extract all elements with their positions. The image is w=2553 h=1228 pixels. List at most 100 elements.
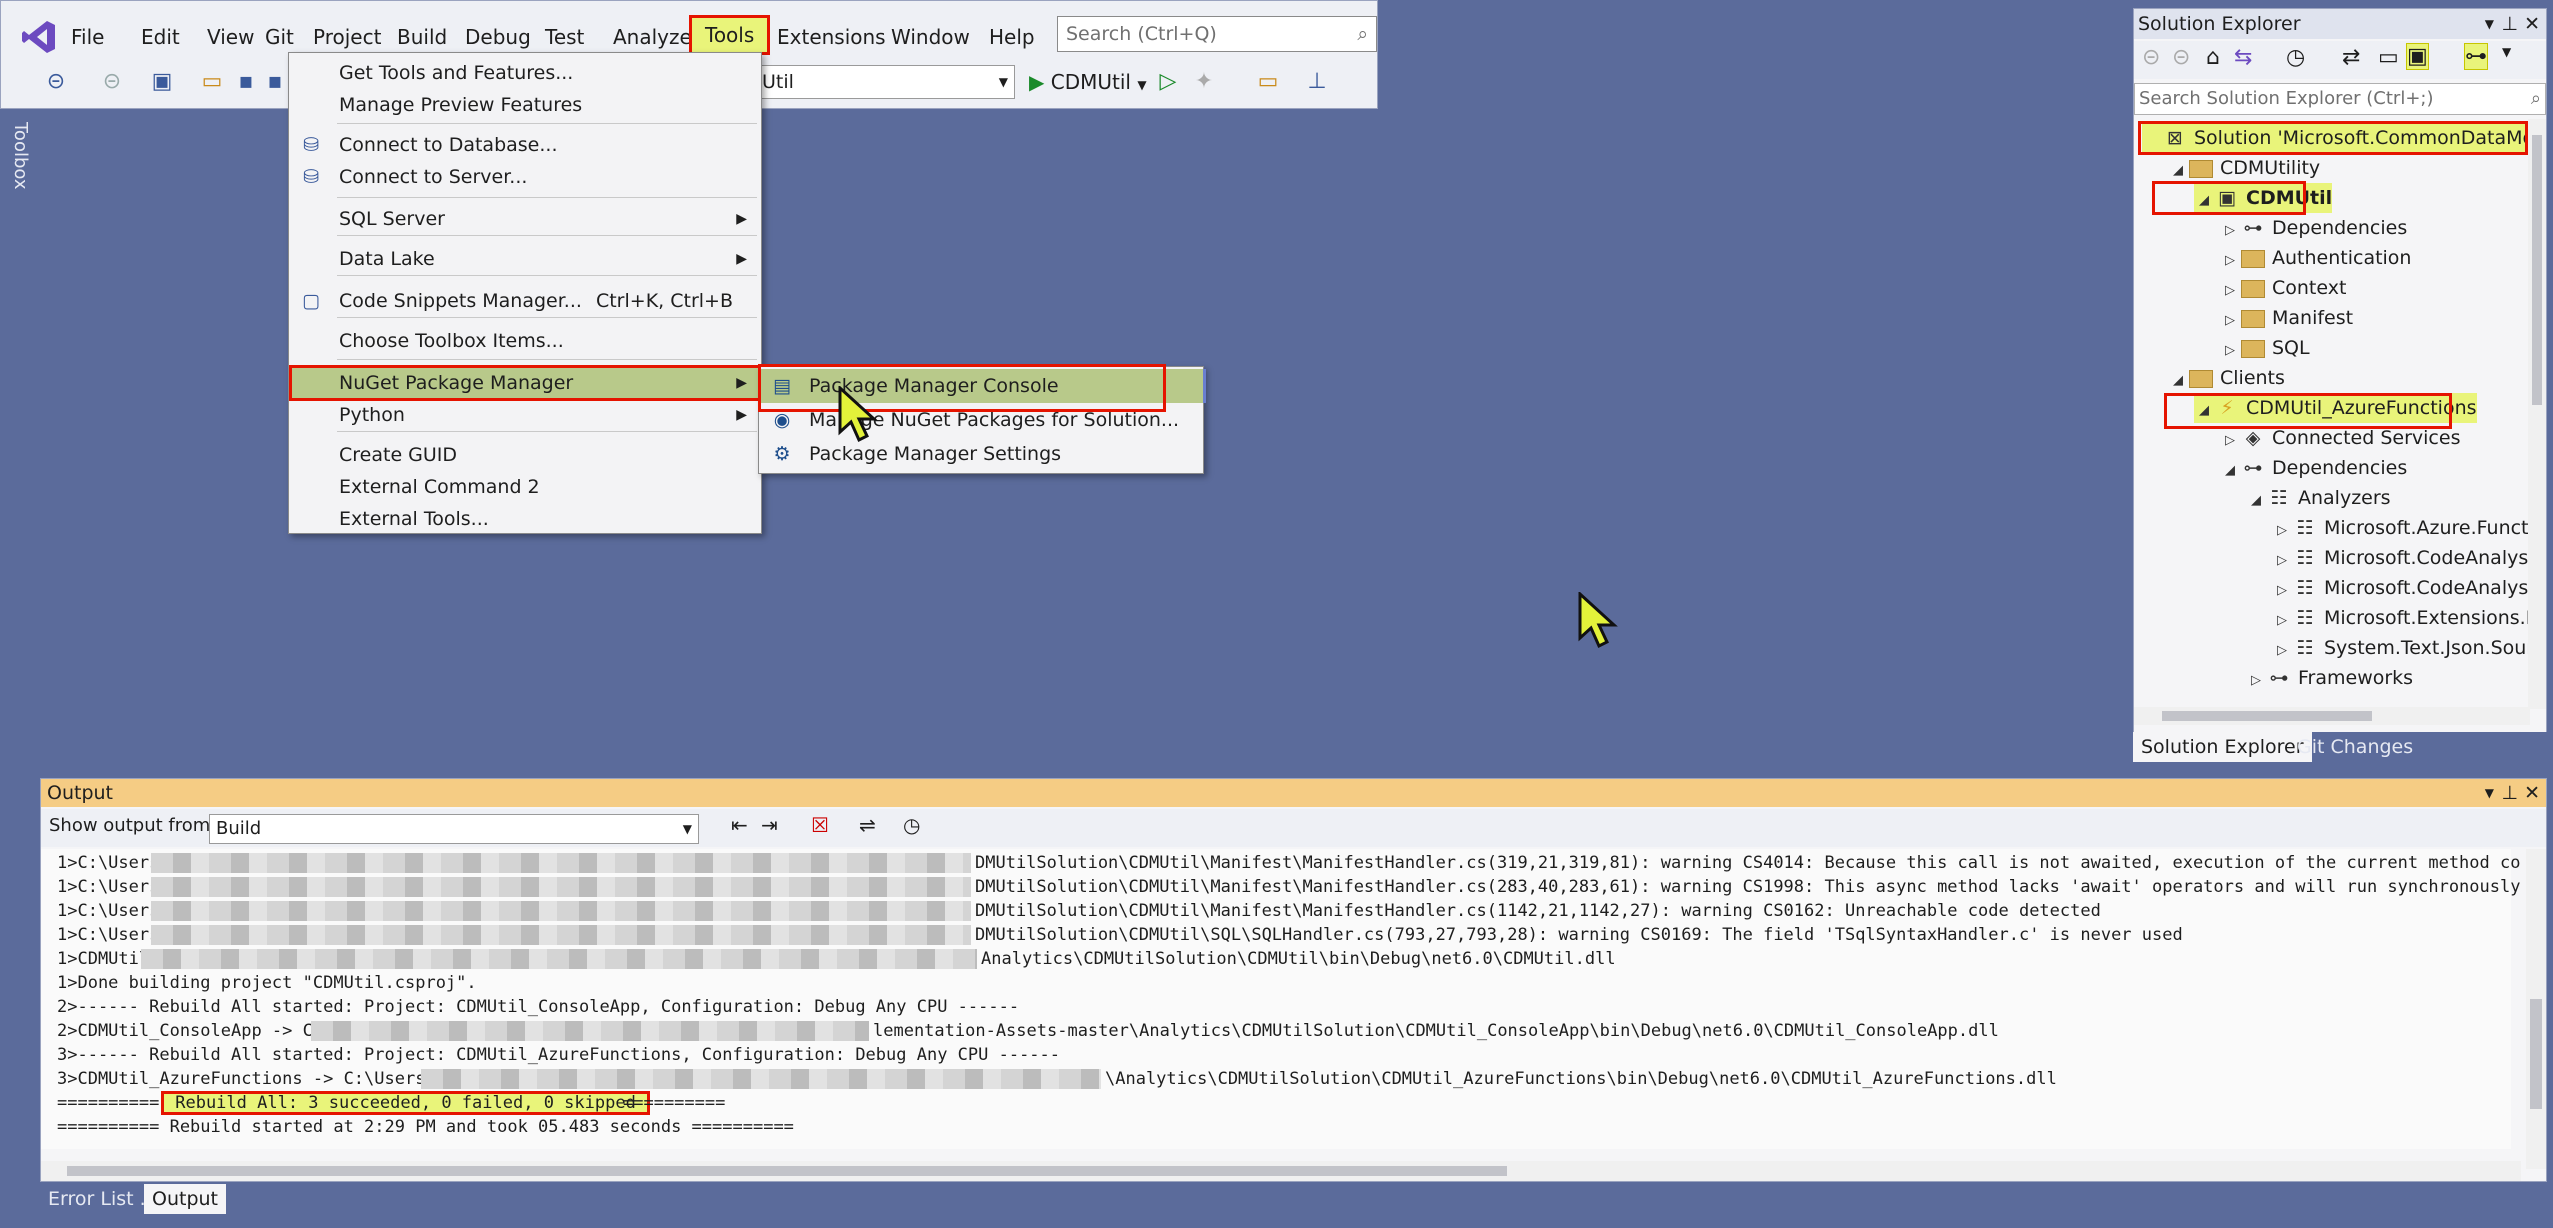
tree-node[interactable]: ▷ SQL <box>2220 333 2310 363</box>
collapse-all-icon[interactable]: ▭ <box>2378 45 2399 70</box>
horizontal-scrollbar[interactable] <box>41 1161 2521 1181</box>
save-icon[interactable]: ▪ <box>231 67 261 97</box>
word-wrap-icon[interactable]: ⇌ <box>859 813 876 837</box>
hot-reload-icon[interactable]: ✦ <box>1189 67 1219 97</box>
tree-node[interactable]: ▷☷ Microsoft.Extensions.Log <box>2272 603 2530 633</box>
tree-node[interactable]: ▷ ☷ Microsoft.Azure.Functio <box>2272 513 2530 543</box>
back-icon[interactable]: ⊝ <box>2142 45 2160 70</box>
menu-analyze[interactable]: Analyze <box>603 21 702 53</box>
output-text-area[interactable]: 1>C:\Users DMUtilSolution\CDMUtil\Manifes… <box>41 849 2520 1149</box>
back-icon[interactable]: ⊝ <box>41 67 71 97</box>
expand-toggle-icon[interactable]: ▷ <box>2220 216 2240 246</box>
menu-item-data-lake[interactable]: Data Lake ▶ <box>289 241 761 277</box>
timestamp-icon[interactable]: ◷ <box>903 813 920 837</box>
menu-edit[interactable]: Edit <box>131 21 190 53</box>
tree-node[interactable]: ▷☷ Microsoft.CodeAnalysis.N <box>2272 573 2530 603</box>
startup-project-combo[interactable]: Util ▼ <box>753 65 1015 99</box>
sync-icon[interactable]: ⇄ <box>2342 45 2360 70</box>
scroll-thumb[interactable] <box>2532 135 2542 405</box>
clear-all-icon[interactable]: ☒ <box>811 813 829 837</box>
expand-toggle-icon[interactable]: ▷ <box>2272 516 2292 546</box>
menu-item-sql-server[interactable]: SQL Server ▶ <box>289 201 761 237</box>
tree-node[interactable]: ▷ Authentication <box>2220 243 2411 273</box>
chevron-down-icon[interactable]: ▼ <box>2485 9 2494 39</box>
search-input[interactable]: Search (Ctrl+Q) ⌕ <box>1057 16 1377 52</box>
expand-toggle-icon[interactable]: ▷ <box>2246 666 2266 696</box>
pin-icon[interactable]: ⊥ <box>2501 9 2518 39</box>
forward-icon[interactable]: ⊝ <box>2172 45 2190 70</box>
toolbox-tab[interactable]: Toolbox <box>0 110 40 760</box>
tree-node[interactable]: ▷ Context <box>2220 273 2346 303</box>
expand-toggle-icon[interactable]: ◢ <box>2168 366 2188 396</box>
menu-file[interactable]: File <box>61 21 114 53</box>
previous-message-icon[interactable]: ⇤ <box>731 813 748 837</box>
menu-item-connect-to-server[interactable]: ⛁ Connect to Server... <box>289 159 761 195</box>
expand-toggle-icon[interactable]: ▷ <box>2272 606 2292 636</box>
menu-item-choose-toolbox-items[interactable]: Choose Toolbox Items... <box>289 323 761 359</box>
tree-node[interactable]: ◢ Clients <box>2168 363 2285 393</box>
next-message-icon[interactable]: ⇥ <box>761 813 778 837</box>
expand-toggle-icon[interactable]: ▷ <box>2220 276 2240 306</box>
tab-solution-explorer[interactable]: Solution Explorer <box>2133 732 2312 762</box>
expand-toggle-icon[interactable]: ▷ <box>2272 636 2292 666</box>
tree-node[interactable]: ▷ ⊶ Dependencies <box>2220 213 2407 243</box>
expand-toggle-icon[interactable]: ▷ <box>2220 246 2240 276</box>
horizontal-scrollbar[interactable] <box>2134 707 2530 725</box>
menu-item-create-guid[interactable]: Create GUID <box>289 437 761 473</box>
menu-item-external-command-2[interactable]: External Command 2 <box>289 469 761 505</box>
solution-search-input[interactable]: Search Solution Explorer (Ctrl+;) ⌕ <box>2134 83 2546 115</box>
expand-toggle-icon[interactable]: ▷ <box>2220 336 2240 366</box>
tree-node[interactable]: ◢ CDMUtility <box>2168 153 2320 183</box>
scroll-thumb[interactable] <box>2162 711 2372 721</box>
close-icon[interactable]: ✕ <box>2524 779 2540 807</box>
menu-item-python[interactable]: Python ▶ <box>289 397 761 433</box>
tree-node[interactable]: ◢ ☷ Analyzers <box>2246 483 2391 513</box>
vertical-scrollbar[interactable] <box>2526 849 2546 1169</box>
open-folder-icon[interactable]: ▭ <box>197 67 227 97</box>
menu-tools[interactable]: Tools <box>689 15 771 55</box>
menu-item-external-tools[interactable]: External Tools... <box>289 501 761 537</box>
menu-project[interactable]: Project <box>303 21 391 53</box>
tab-git-changes[interactable]: Git Changes <box>2289 732 2421 762</box>
expand-toggle-icon[interactable]: ▷ <box>2220 306 2240 336</box>
home-icon[interactable]: ⌂ <box>2206 45 2220 70</box>
switch-views-icon[interactable]: ⇆ <box>2234 45 2252 70</box>
chevron-down-icon[interactable]: ▼ <box>2502 45 2511 59</box>
preview-icon[interactable]: ⊶ <box>2464 43 2488 70</box>
menu-window[interactable]: Window <box>881 21 980 53</box>
expand-toggle-icon[interactable]: ▷ <box>2272 546 2292 576</box>
menu-item-get-tools-and-features[interactable]: Get Tools and Features... <box>289 55 761 91</box>
pending-changes-icon[interactable]: ◷ <box>2286 45 2305 70</box>
menu-help[interactable]: Help <box>979 21 1045 53</box>
menu-test[interactable]: Test <box>535 21 594 53</box>
chevron-down-icon[interactable]: ▼ <box>2485 779 2494 807</box>
submenu-item-package-manager-settings[interactable]: ⚙ Package Manager Settings <box>759 437 1203 471</box>
tree-node[interactable]: ▷☷ Microsoft.CodeAnalysis.C <box>2272 543 2530 573</box>
scroll-thumb[interactable] <box>2530 999 2542 1109</box>
menu-item-nuget-package-manager[interactable]: NuGet Package Manager ▶ <box>289 365 761 401</box>
forward-icon[interactable]: ⊝ <box>97 67 127 97</box>
save-all-icon[interactable]: ▪ <box>263 67 287 97</box>
pin-icon[interactable]: ⊥ <box>2501 779 2518 807</box>
show-all-files-icon[interactable]: ▣ <box>2406 43 2429 70</box>
new-project-icon[interactable]: ▣ <box>147 67 177 97</box>
scroll-thumb[interactable] <box>67 1166 1507 1176</box>
output-source-select[interactable]: Build ▼ <box>209 814 699 844</box>
menu-item-connect-to-database[interactable]: ⛁ Connect to Database... <box>289 127 761 163</box>
expand-toggle-icon[interactable]: ▷ <box>2272 576 2292 606</box>
close-icon[interactable]: ✕ <box>2524 9 2540 39</box>
tree-node[interactable]: ▷ ⊶ Frameworks <box>2246 663 2413 693</box>
tab-output[interactable]: Output <box>144 1184 226 1214</box>
tree-node[interactable]: ▷☷ System.Text.Json.SourceG <box>2272 633 2530 663</box>
tree-node[interactable]: ▷ Manifest <box>2220 303 2353 333</box>
menu-item-manage-preview-features[interactable]: Manage Preview Features <box>289 87 761 123</box>
menu-extensions[interactable]: Extensions <box>767 21 896 53</box>
tree-node[interactable]: ◢ ⊶ Dependencies <box>2220 453 2407 483</box>
toolbar-options-icon[interactable]: ⊥ <box>1297 67 1337 97</box>
vertical-scrollbar[interactable] <box>2528 119 2546 709</box>
menu-debug[interactable]: Debug <box>455 21 541 53</box>
browse-folder-icon[interactable]: ▭ <box>1253 67 1283 97</box>
expand-toggle-icon[interactable]: ◢ <box>2246 486 2266 516</box>
menu-build[interactable]: Build <box>387 21 457 53</box>
start-without-debug-icon[interactable]: ▷ <box>1153 67 1183 97</box>
